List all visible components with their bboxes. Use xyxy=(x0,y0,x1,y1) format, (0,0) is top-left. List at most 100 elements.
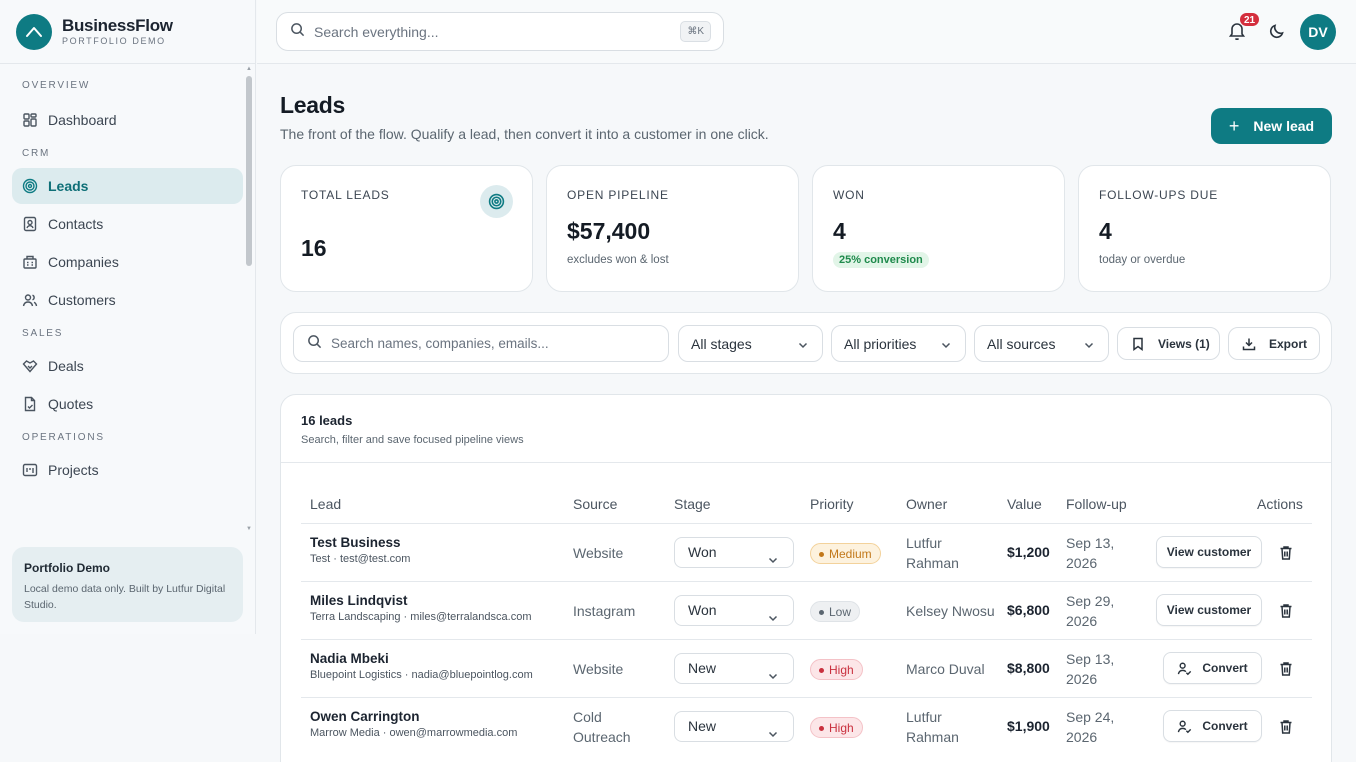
follow-up-year: 2026 xyxy=(1066,613,1098,629)
moon-icon[interactable] xyxy=(1269,23,1285,39)
stat-won: WON 4 25% conversion xyxy=(812,165,1065,292)
promo-card: Portfolio Demo Local demo data only. Bui… xyxy=(12,547,243,622)
table-row[interactable]: Nadia Mbeki Bluepoint Logistics · nadia@b… xyxy=(301,639,1312,697)
nav-section-operations: OPERATIONS xyxy=(22,432,105,443)
priority-badge: High xyxy=(810,659,863,680)
avatar[interactable]: DV xyxy=(1300,14,1336,50)
stage-select[interactable]: Won xyxy=(674,537,794,568)
new-lead-label: New lead xyxy=(1253,118,1315,134)
lead-name[interactable]: Nadia Mbeki xyxy=(310,651,533,666)
sidebar-item-deals[interactable]: Deals xyxy=(12,348,243,384)
owner-line: Marco Duval xyxy=(906,661,985,677)
bookmark-icon xyxy=(1131,337,1145,351)
table-row[interactable]: Test Business Test · test@test.com Website… xyxy=(301,523,1312,581)
sidebar-item-leads[interactable]: Leads xyxy=(12,168,243,204)
sidebar-item-label: Customers xyxy=(48,292,116,308)
source-select[interactable]: All sources xyxy=(974,325,1109,362)
column-header-value[interactable]: Value xyxy=(1007,496,1042,512)
stage-select[interactable]: New xyxy=(674,711,794,742)
global-search[interactable]: Search everything... ⌘K xyxy=(276,12,724,51)
scroll-down-icon[interactable]: ▼ xyxy=(246,526,252,532)
view-customer-button[interactable]: View customer xyxy=(1156,594,1262,626)
filter-bar: Search names, companies, emails... All s… xyxy=(280,312,1332,374)
chevron-down-icon xyxy=(1083,338,1095,350)
stage-value: New xyxy=(688,660,717,676)
stat-open-pipeline: OPEN PIPELINE $57,400 excludes won & los… xyxy=(546,165,799,292)
sidebar-scrollbar[interactable]: ▲ ▼ xyxy=(246,66,252,534)
stat-label: FOLLOW-UPS DUE xyxy=(1099,188,1218,202)
lead-value: $1,200 xyxy=(1007,544,1050,560)
sidebar-item-projects[interactable]: Projects xyxy=(12,452,243,488)
column-header-owner[interactable]: Owner xyxy=(906,496,947,512)
chevron-down-icon xyxy=(797,338,809,350)
priority-badge: Low xyxy=(810,601,861,622)
lead-details: Terra Landscaping · miles@terralandsca.c… xyxy=(310,611,532,623)
owner-line: Kelsey Nwosu xyxy=(906,603,995,619)
sidebar-item-contacts[interactable]: Contacts xyxy=(12,206,243,242)
stat-label: TOTAL LEADS xyxy=(301,188,390,202)
column-header-stage[interactable]: Stage xyxy=(674,496,711,512)
chevron-down-icon xyxy=(767,605,779,622)
lead-name[interactable]: Test Business xyxy=(310,535,410,550)
convert-button[interactable]: Convert xyxy=(1163,710,1262,742)
views-button[interactable]: Views (1) xyxy=(1117,327,1220,360)
view-customer-label: View customer xyxy=(1166,603,1252,617)
kanban-icon xyxy=(22,462,38,478)
lead-search-input[interactable]: Search names, companies, emails... xyxy=(331,336,549,351)
contact-icon xyxy=(22,216,38,232)
scroll-up-icon[interactable]: ▲ xyxy=(246,66,252,72)
export-button[interactable]: Export xyxy=(1228,327,1320,360)
sidebar-item-quotes[interactable]: Quotes xyxy=(12,386,243,422)
nav-section-overview: OVERVIEW xyxy=(22,80,91,91)
table-subtitle: Search, filter and save focused pipeline… xyxy=(301,434,524,446)
lead-name[interactable]: Miles Lindqvist xyxy=(310,593,531,608)
nav-section-sales: SALES xyxy=(22,328,64,339)
follow-up-date: Sep 13, xyxy=(1066,535,1115,551)
sidebar-item-companies[interactable]: Companies xyxy=(12,244,243,280)
conversion-badge: 25% conversion xyxy=(833,252,929,268)
sidebar-item-label: Companies xyxy=(48,254,119,270)
column-header-actions: Actions xyxy=(1257,496,1303,512)
convert-label: Convert xyxy=(1202,719,1248,733)
priority-badge: Medium xyxy=(810,543,881,564)
stage-select[interactable]: New xyxy=(674,653,794,684)
stat-label: WON xyxy=(833,188,865,202)
column-header-priority[interactable]: Priority xyxy=(810,496,854,512)
lead-name[interactable]: Owen Carrington xyxy=(310,709,517,724)
view-customer-button[interactable]: View customer xyxy=(1156,536,1262,568)
stage-value: Won xyxy=(688,544,717,560)
trash-icon[interactable] xyxy=(1279,719,1293,735)
priority-select-value: All priorities xyxy=(844,335,917,352)
priority-select[interactable]: All priorities xyxy=(831,325,966,362)
trash-icon[interactable] xyxy=(1279,661,1293,677)
topbar: Search everything... ⌘K 21 DV xyxy=(257,0,1356,64)
trash-icon[interactable] xyxy=(1279,603,1293,619)
sidebar-item-customers[interactable]: Customers xyxy=(12,282,243,318)
lead-value: $1,900 xyxy=(1007,718,1050,734)
column-header-follow-up[interactable]: Follow-up xyxy=(1066,496,1127,512)
sidebar-item-dashboard[interactable]: Dashboard xyxy=(12,102,243,138)
sidebar-item-label: Deals xyxy=(48,358,84,374)
new-lead-button[interactable]: + New lead xyxy=(1211,108,1332,144)
owner-line: Rahman xyxy=(906,729,959,745)
search-icon xyxy=(290,22,305,42)
search-input[interactable]: Search everything... xyxy=(314,24,439,40)
trash-icon[interactable] xyxy=(1279,545,1293,561)
stat-note: excludes won & lost xyxy=(567,254,669,266)
scroll-thumb[interactable] xyxy=(246,76,252,266)
stage-select[interactable]: All stages xyxy=(678,325,823,362)
table-row[interactable]: Owen Carrington Marrow Media · owen@marro… xyxy=(301,697,1312,755)
lead-search[interactable]: Search names, companies, emails... xyxy=(293,325,669,362)
brand[interactable]: BusinessFlow PORTFOLIO DEMO xyxy=(0,0,255,64)
download-icon xyxy=(1242,337,1256,351)
column-header-source[interactable]: Source xyxy=(573,496,617,512)
table-row[interactable]: Miles Lindqvist Terra Landscaping · miles… xyxy=(301,581,1312,639)
export-label: Export xyxy=(1269,336,1308,351)
lead-owner: Kelsey Nwosu xyxy=(906,601,995,621)
convert-button[interactable]: Convert xyxy=(1163,652,1262,684)
lead-value: $6,800 xyxy=(1007,602,1050,618)
column-header-lead[interactable]: Lead xyxy=(310,496,341,512)
lead-details: Marrow Media · owen@marrowmedia.com xyxy=(310,727,518,739)
stage-select[interactable]: Won xyxy=(674,595,794,626)
lead-details: Test · test@test.com xyxy=(310,553,411,565)
